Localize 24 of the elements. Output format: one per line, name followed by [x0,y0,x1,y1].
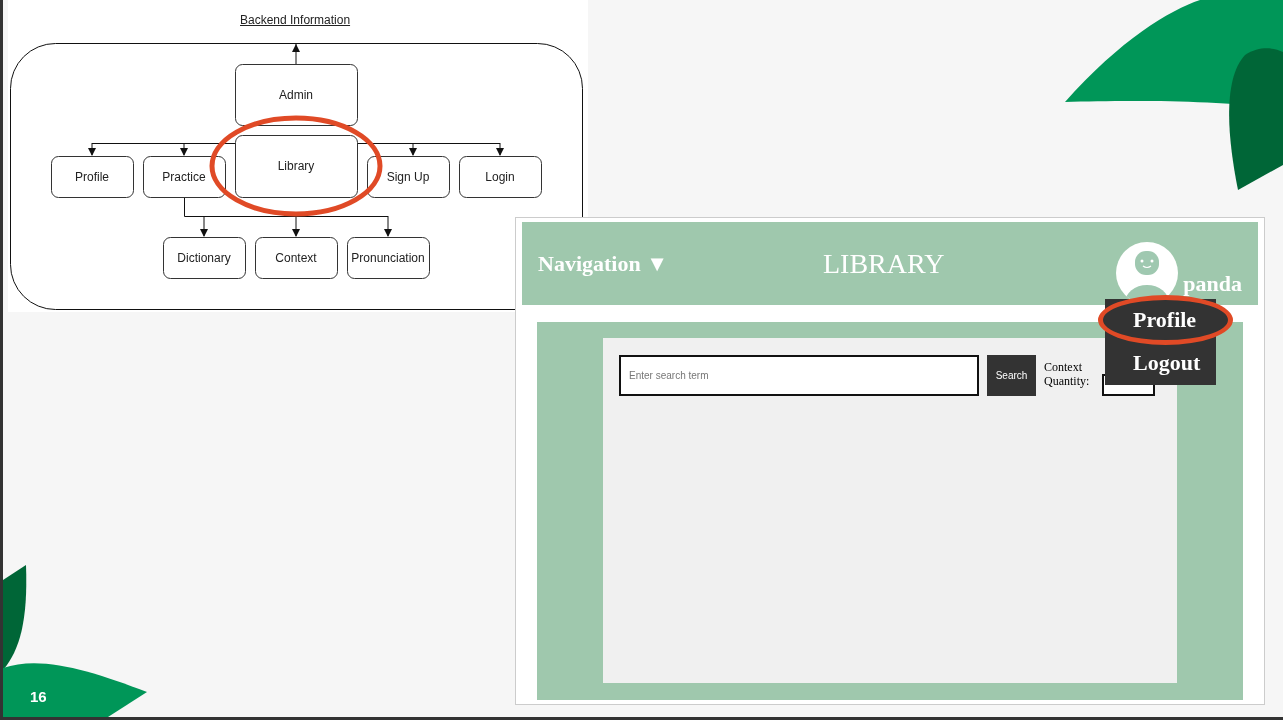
connector-arrow [88,142,96,156]
search-field[interactable]: Enter search term [619,355,979,396]
node-label: Login [485,169,515,184]
connector-arrow [409,142,417,156]
connector-arrow [384,215,392,237]
connector-arrow [292,215,300,237]
node-label: Dictionary [177,250,231,265]
slide-number: 16 [30,688,47,705]
node-label: Library [277,159,315,173]
node-label: Context [275,250,317,265]
node-label: Practice [162,169,206,184]
node-label: Sign Up [386,169,430,184]
diagram-title: Backend Information [240,13,351,27]
connector-arrow [180,142,188,156]
menu-item[interactable]: Logout [1105,345,1216,383]
search-button[interactable]: Search [987,355,1036,396]
connector-arrow [496,142,504,156]
node-label: Pronunciation [351,250,425,265]
node-label: Profile [75,169,109,184]
node-label: Admin [279,87,313,102]
quantity-label: Context Quantity: [1044,359,1091,390]
connector-arrow [200,215,208,237]
page-title: LIBRARY [823,247,946,280]
username: panda [1183,272,1242,295]
